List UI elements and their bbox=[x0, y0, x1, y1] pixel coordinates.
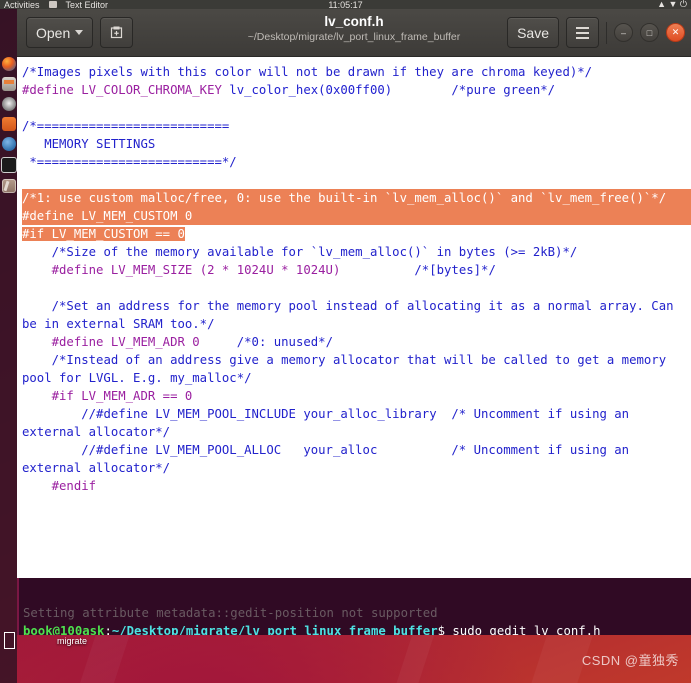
activities-button[interactable]: Activities bbox=[4, 0, 40, 9]
code-token: /*pure green*/ bbox=[451, 83, 556, 97]
code-line[interactable]: //#define LV_MEM_POOL_INCLUDE your_alloc… bbox=[22, 405, 691, 441]
chevron-down-icon bbox=[75, 30, 84, 35]
code-line[interactable]: *=========================*/ bbox=[22, 153, 691, 171]
code-token: *=========================*/ bbox=[22, 155, 237, 169]
headerbar-divider bbox=[606, 21, 607, 44]
code-token: /*Instead of an address give a memory al… bbox=[22, 353, 674, 385]
close-button[interactable]: ✕ bbox=[666, 23, 685, 42]
code-token: #endif bbox=[22, 479, 97, 493]
hamburger-menu-button[interactable] bbox=[566, 17, 599, 48]
new-document-button[interactable] bbox=[100, 17, 134, 48]
clock[interactable]: 11:05:17 bbox=[328, 0, 362, 9]
screen: Activities Text Editor 11:05:17 ▲ ▼ ⏻ mi… bbox=[0, 0, 691, 683]
code-line[interactable]: /*Images pixels with this color will not… bbox=[22, 63, 691, 81]
code-token: #define LV_COLOR_CHROMA_KEY bbox=[22, 83, 230, 97]
code-line[interactable]: #endif bbox=[22, 477, 691, 495]
code-token: #define LV_MEM_CUSTOM 0 bbox=[22, 209, 193, 223]
code-token: /*Images pixels with this color will not… bbox=[22, 65, 593, 79]
ubuntu-launcher-dock[interactable] bbox=[0, 9, 17, 683]
save-button[interactable]: Save bbox=[507, 17, 559, 48]
code-token: /*[bytes]*/ bbox=[414, 263, 496, 277]
terminal-cursor bbox=[4, 632, 15, 649]
close-icon: ✕ bbox=[671, 27, 680, 37]
minimize-button[interactable]: – bbox=[614, 23, 633, 42]
code-line[interactable]: #if LV_MEM_CUSTOM == 0 bbox=[22, 225, 691, 243]
text-editor-app-icon bbox=[48, 1, 57, 8]
code-token: //#define LV_MEM_POOL_ALLOC your_alloc /… bbox=[22, 443, 637, 475]
system-indicators[interactable]: ▲ ▼ ⏻ bbox=[657, 0, 687, 9]
code-line[interactable] bbox=[22, 99, 691, 117]
code-line[interactable]: #define LV_MEM_SIZE (2 * 1024U * 1024U) … bbox=[22, 261, 691, 279]
code-line[interactable] bbox=[22, 171, 691, 189]
window-headerbar: Open lv_conf.h ~/Desktop/migrate/lv_port… bbox=[17, 9, 691, 57]
code-token: /*Size of the memory available for `lv_m… bbox=[22, 245, 578, 259]
code-token: #if LV_MEM_ADR == 0 bbox=[22, 389, 193, 403]
source-code-view[interactable]: /*Images pixels with this color will not… bbox=[20, 63, 691, 495]
code-token: #define LV_MEM_SIZE (2 * 1024U * 1024U) bbox=[22, 263, 341, 277]
code-line[interactable]: /*========================== bbox=[22, 117, 691, 135]
code-line[interactable]: MEMORY SETTINGS bbox=[22, 135, 691, 153]
code-line[interactable]: /*1: use custom malloc/free, 0: use the … bbox=[22, 189, 691, 207]
gnome-top-panel: Activities Text Editor 11:05:17 ▲ ▼ ⏻ bbox=[0, 0, 691, 9]
save-button-label: Save bbox=[517, 24, 549, 41]
firefox-icon[interactable] bbox=[1, 57, 16, 71]
desktop-folder-label[interactable]: migrate bbox=[57, 636, 87, 646]
code-line[interactable]: #if LV_MEM_ADR == 0 bbox=[22, 387, 691, 405]
code-token: /*Set an address for the memory pool ins… bbox=[22, 299, 681, 331]
code-token: #define LV_MEM_ADR 0 bbox=[22, 335, 200, 349]
new-document-icon bbox=[111, 26, 123, 39]
watermark: CSDN @童独秀 bbox=[581, 653, 679, 668]
code-line[interactable]: #define LV_MEM_CUSTOM 0 bbox=[22, 207, 691, 225]
minimize-icon: – bbox=[620, 27, 626, 38]
code-line[interactable]: #define LV_COLOR_CHROMA_KEY lv_color_hex… bbox=[22, 81, 691, 99]
open-button-label: Open bbox=[36, 24, 71, 41]
maximize-button[interactable]: □ bbox=[640, 23, 659, 42]
open-button[interactable]: Open bbox=[26, 17, 94, 48]
code-line[interactable] bbox=[22, 279, 691, 297]
code-line[interactable]: /*Instead of an address give a memory al… bbox=[22, 351, 691, 387]
code-line[interactable]: //#define LV_MEM_POOL_ALLOC your_alloc /… bbox=[22, 441, 691, 477]
code-token: /*1: use custom malloc/free, 0: use the … bbox=[22, 191, 667, 205]
terminal-output[interactable]: Setting attribute metadata::gedit-positi… bbox=[19, 578, 691, 635]
terminal-command: $ sudo gedit lv_conf.h bbox=[437, 624, 601, 635]
gedit-icon[interactable] bbox=[1, 179, 16, 193]
code-token: //#define LV_MEM_POOL_INCLUDE your_alloc… bbox=[22, 407, 637, 439]
code-line[interactable]: #define LV_MEM_ADR 0 /*0: unused*/ bbox=[22, 333, 691, 351]
code-line[interactable]: /*Set an address for the memory pool ins… bbox=[22, 297, 691, 333]
terminal-previous-output: Setting attribute metadata::gedit-positi… bbox=[23, 606, 438, 620]
hamburger-menu-icon bbox=[576, 26, 589, 39]
code-token: #if LV_MEM_CUSTOM == 0 bbox=[22, 227, 185, 241]
gedit-window: Open lv_conf.h ~/Desktop/migrate/lv_port… bbox=[17, 9, 691, 634]
libreoffice-icon[interactable] bbox=[1, 117, 16, 131]
terminal-window[interactable]: Setting attribute metadata::gedit-positi… bbox=[17, 578, 691, 635]
terminal-path: ~/Desktop/migrate/lv_port_linux_frame_bu… bbox=[111, 624, 438, 635]
code-token: /*0: unused*/ bbox=[236, 335, 333, 349]
files-icon[interactable] bbox=[1, 77, 16, 91]
terminal-icon[interactable] bbox=[0, 157, 17, 173]
code-token: /*========================== bbox=[22, 119, 230, 133]
terminal-colon: : bbox=[104, 624, 112, 635]
rhythmbox-icon[interactable] bbox=[1, 97, 16, 111]
code-line[interactable]: /*Size of the memory available for `lv_m… bbox=[22, 243, 691, 261]
terminal-user-host: book@100ask bbox=[23, 624, 105, 635]
software-center-icon[interactable] bbox=[1, 137, 16, 151]
maximize-icon: □ bbox=[646, 27, 653, 38]
text-editor-area[interactable]: /*Images pixels with this color will not… bbox=[17, 57, 691, 607]
code-token: lv_color_hex(0x00ff00) bbox=[229, 83, 393, 97]
active-app-menu[interactable]: Text Editor bbox=[66, 0, 109, 9]
code-token: MEMORY SETTINGS bbox=[22, 137, 156, 151]
